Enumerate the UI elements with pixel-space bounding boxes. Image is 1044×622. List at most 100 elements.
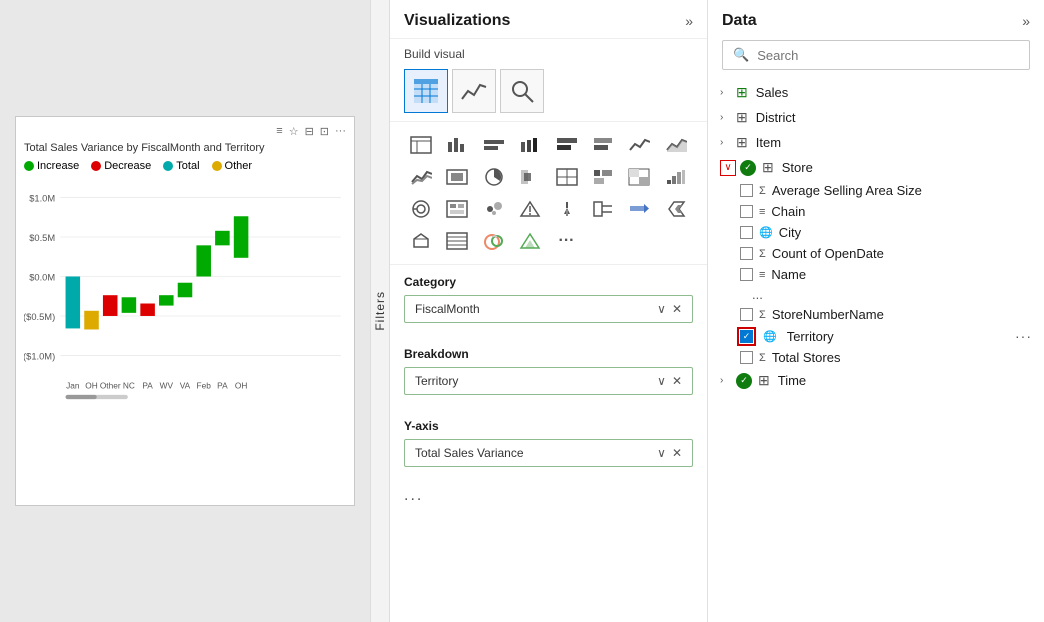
viz-icon-10[interactable] <box>440 162 474 192</box>
chart-area: $1.0M $0.5M $0.0M ($0.5M) ($1.0M) <box>24 180 346 400</box>
store-child-territory[interactable]: 🌐 Territory ··· <box>712 325 1040 347</box>
store-child-opendate[interactable]: Σ Count of OpenDate <box>712 243 1040 264</box>
tree-item-district[interactable]: › ⊞ District <box>712 105 1040 130</box>
store-check-icon <box>740 160 756 176</box>
viz-icon-3[interactable] <box>477 130 511 160</box>
data-search-box[interactable]: 🔍 <box>722 40 1030 70</box>
totalstores-label: Total Stores <box>772 350 841 365</box>
territory-more-icon[interactable]: ··· <box>1015 328 1032 344</box>
viz-icon-2[interactable] <box>440 130 474 160</box>
viz-icon-22[interactable] <box>586 194 620 224</box>
city-checkbox[interactable] <box>740 226 753 239</box>
viz-icon-25[interactable] <box>404 226 438 256</box>
average-selling-label: Average Selling Area Size <box>772 183 922 198</box>
name-checkbox[interactable] <box>740 268 753 281</box>
filters-sidebar[interactable]: Filters <box>370 0 390 622</box>
tree-item-store[interactable]: ∨ ⊞ Store <box>712 155 1040 180</box>
category-field-pill[interactable]: FiscalMonth ∨ ✕ <box>404 295 693 323</box>
svg-text:OH: OH <box>85 381 97 391</box>
svg-text:$1.0M: $1.0M <box>29 194 55 204</box>
category-chevron-icon[interactable]: ∨ <box>657 302 666 316</box>
legend-label-other: Other <box>225 160 253 172</box>
viz-icon-15[interactable] <box>622 162 656 192</box>
viz-icon-27[interactable] <box>477 226 511 256</box>
storenumbername-checkbox[interactable] <box>740 308 753 321</box>
viz-icon-23[interactable] <box>622 194 656 224</box>
viz-icon-7[interactable] <box>622 130 656 160</box>
format-icon[interactable]: ≡ <box>276 125 282 138</box>
expand-icon[interactable]: ⊡ <box>320 125 329 138</box>
breakdown-chevron-icon[interactable]: ∨ <box>657 374 666 388</box>
store-child-totalstores[interactable]: Σ Total Stores <box>712 347 1040 368</box>
svg-text:WV: WV <box>160 381 174 391</box>
viz-icon-5[interactable] <box>550 130 584 160</box>
yaxis-value: Total Sales Variance <box>415 446 524 460</box>
store-child-storenumbername[interactable]: Σ StoreNumberName <box>712 304 1040 325</box>
store-child-city[interactable]: 🌐 City <box>712 222 1040 243</box>
category-value: FiscalMonth <box>415 302 480 316</box>
yaxis-clear-icon[interactable]: ✕ <box>672 446 682 460</box>
viz-icon-8[interactable] <box>659 130 693 160</box>
viz-icon-13[interactable] <box>550 162 584 192</box>
tree-item-sales[interactable]: › ⊞ Sales <box>712 80 1040 105</box>
store-expand-icon[interactable]: ∨ <box>720 160 736 176</box>
viz-icon-6[interactable] <box>586 130 620 160</box>
average-selling-icon: Σ <box>759 185 766 197</box>
more-icon[interactable]: ··· <box>335 125 346 138</box>
viz-icon-16[interactable] <box>659 162 693 192</box>
chart-toolbar: ≡ ☆ ⊟ ⊡ ··· <box>24 125 346 138</box>
filter-icon[interactable]: ⊟ <box>305 125 314 138</box>
sales-table-icon: ⊞ <box>736 84 748 101</box>
data-panel-collapse-button[interactable]: » <box>1022 13 1030 29</box>
territory-checkbox[interactable] <box>740 330 753 343</box>
totalstores-checkbox[interactable] <box>740 351 753 364</box>
store-child-chain[interactable]: ≡ Chain <box>712 201 1040 222</box>
svg-text:PA: PA <box>142 381 153 391</box>
viz-collapse-button[interactable]: » <box>685 13 693 29</box>
legend-dot-decrease <box>91 161 101 171</box>
legend-dot-increase <box>24 161 34 171</box>
viz-icon-26[interactable] <box>440 226 474 256</box>
store-child-average-selling[interactable]: Σ Average Selling Area Size <box>712 180 1040 201</box>
opendate-checkbox[interactable] <box>740 247 753 260</box>
average-selling-checkbox[interactable] <box>740 184 753 197</box>
viz-icon-11[interactable] <box>477 162 511 192</box>
search-input[interactable] <box>757 48 1019 63</box>
svg-text:PA: PA <box>217 381 228 391</box>
viz-panel-title: Visualizations <box>404 12 510 30</box>
line-viz-button[interactable] <box>452 69 496 113</box>
breakdown-pill-icons: ∨ ✕ <box>657 374 682 388</box>
store-child-name[interactable]: ≡ Name <box>712 264 1040 285</box>
breakdown-field-pill[interactable]: Territory ∨ ✕ <box>404 367 693 395</box>
tree-item-item[interactable]: › ⊞ Item <box>712 130 1040 155</box>
search-viz-button[interactable] <box>500 69 544 113</box>
yaxis-chevron-icon[interactable]: ∨ <box>657 446 666 460</box>
viz-icon-29[interactable]: ··· <box>550 226 584 256</box>
viz-icon-12[interactable] <box>513 162 547 192</box>
svg-text:$0.0M: $0.0M <box>29 273 55 283</box>
viz-icon-17[interactable] <box>404 194 438 224</box>
viz-icon-21[interactable] <box>550 194 584 224</box>
viz-icon-28[interactable] <box>513 226 547 256</box>
viz-icon-20[interactable] <box>513 194 547 224</box>
chain-checkbox[interactable] <box>740 205 753 218</box>
legend-other: Other <box>212 160 253 172</box>
category-clear-icon[interactable]: ✕ <box>672 302 682 316</box>
pin-icon[interactable]: ☆ <box>289 125 299 138</box>
viz-icon-18[interactable] <box>440 194 474 224</box>
yaxis-field-pill[interactable]: Total Sales Variance ∨ ✕ <box>404 439 693 467</box>
chart-container: ≡ ☆ ⊟ ⊡ ··· Total Sales Variance by Fisc… <box>15 116 355 506</box>
viz-icon-19[interactable] <box>477 194 511 224</box>
viz-icon-4[interactable] <box>513 130 547 160</box>
breakdown-clear-icon[interactable]: ✕ <box>672 374 682 388</box>
tree-item-time[interactable]: › ⊞ Time <box>712 368 1040 393</box>
search-icon: 🔍 <box>733 47 749 63</box>
table-viz-button[interactable] <box>404 69 448 113</box>
viz-icon-1[interactable] <box>404 130 438 160</box>
breakdown-label: Breakdown <box>404 347 693 361</box>
chart-svg: $1.0M $0.5M $0.0M ($0.5M) ($1.0M) <box>24 180 346 400</box>
viz-icon-14[interactable] <box>586 162 620 192</box>
viz-icon-9[interactable] <box>404 162 438 192</box>
viz-icon-24[interactable] <box>659 194 693 224</box>
data-panel-header: Data » <box>708 0 1044 40</box>
